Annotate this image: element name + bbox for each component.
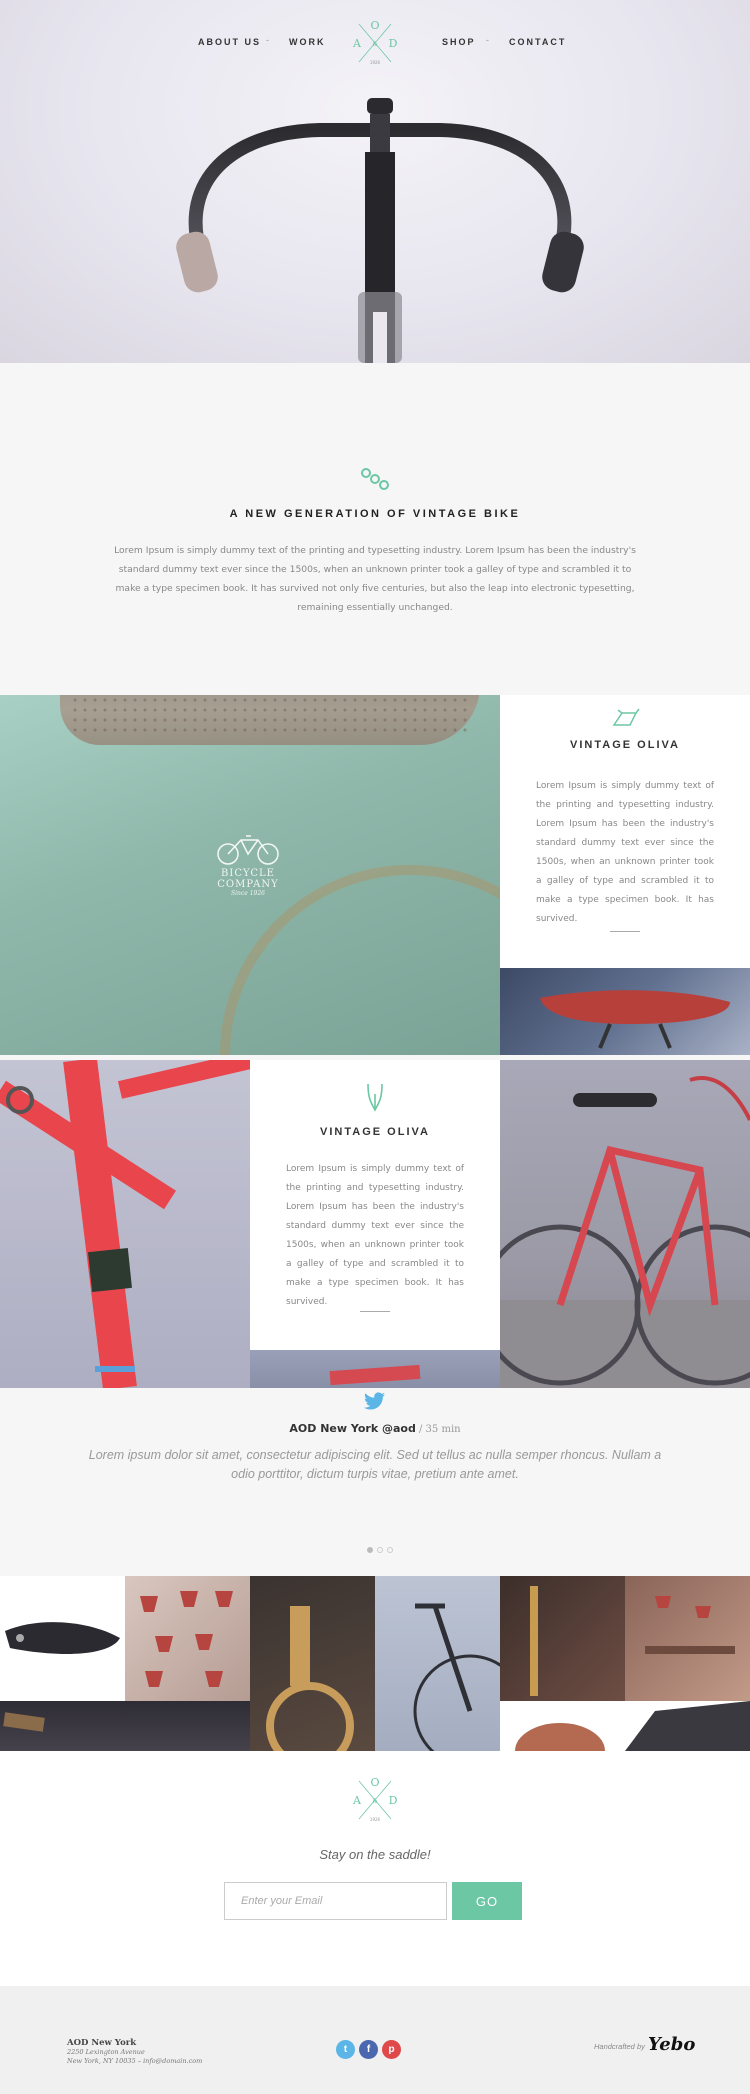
nav-about-us[interactable]: ABOUT US	[198, 37, 261, 47]
aod-logo[interactable]: O A D & 1926	[349, 18, 401, 68]
main-nav: ABOUT US - WORK SHOP - CONTACT O A D & 1…	[0, 0, 750, 90]
red-frame-image	[0, 1060, 250, 1388]
tweet-author[interactable]: AOD New York @aod	[289, 1422, 415, 1435]
twitter-icon[interactable]	[364, 1392, 386, 1410]
frame-detail-image	[250, 1350, 500, 1388]
credit-text: Handcrafted by	[594, 2042, 645, 2051]
card-text: Lorem Ipsum is simply dummy text of the …	[286, 1164, 464, 1307]
social-links: tfp	[336, 2039, 416, 2059]
tweet-text: Lorem ipsum dolor sit amet, consectetur …	[88, 1448, 662, 1481]
logo-year: 1926	[370, 60, 381, 65]
gallery-item[interactable]	[625, 1576, 750, 1701]
nav-shop[interactable]: SHOP	[442, 37, 476, 47]
gallery-item[interactable]	[500, 1576, 625, 1701]
page: ABOUT US - WORK SHOP - CONTACT O A D & 1…	[0, 0, 750, 2094]
gallery-item[interactable]	[0, 1576, 125, 1701]
vintage-oliva-card-2: VINTAGE OLIVA Lorem Ipsum is simply dumm…	[250, 1060, 500, 1350]
hero: ABOUT US - WORK SHOP - CONTACT O A D & 1…	[0, 0, 750, 363]
footer-address-line: New York, NY 10035 – info@domain.com	[67, 2057, 203, 2065]
carousel-dots	[360, 1540, 400, 1553]
footer-address-line: 2250 Lexington Avenue	[67, 2048, 145, 2056]
carousel-dot[interactable]	[377, 1547, 383, 1553]
logo-ampersand: &	[372, 41, 378, 48]
nav-contact[interactable]: CONTACT	[509, 37, 566, 47]
fork-icon	[367, 1083, 383, 1112]
footer: AOD New York 2250 Lexington Avenue New Y…	[0, 1986, 750, 2094]
gallery	[0, 1576, 750, 1751]
gallery-item[interactable]	[500, 1701, 625, 1751]
gallery-item[interactable]	[375, 1576, 500, 1751]
handlebar-image	[176, 98, 584, 363]
gallery-item[interactable]	[0, 1701, 250, 1751]
tweet-handle: AOD New York @aod / 35 min	[0, 1422, 750, 1435]
bike-frame-icon	[612, 708, 640, 726]
nav-separator: -	[486, 35, 489, 45]
svg-text:O: O	[370, 1776, 379, 1789]
email-input[interactable]	[224, 1882, 447, 1920]
brand-line-2: COMPANY	[217, 879, 279, 890]
card-title: VINTAGE OLIVA	[320, 1126, 430, 1138]
divider	[610, 931, 640, 932]
card-text: Lorem Ipsum is simply dummy text of the …	[536, 781, 714, 924]
logo-letter-o: O	[370, 19, 379, 32]
carousel-dot[interactable]	[367, 1547, 373, 1553]
intro-title: A NEW GENERATION OF VINTAGE BIKE	[229, 508, 521, 520]
footer-company-name: AOD New York	[67, 2038, 137, 2048]
divider	[360, 1311, 390, 1312]
pinterest-icon[interactable]: p	[382, 2040, 401, 2059]
logo-letter-d: D	[389, 37, 398, 50]
svg-text:1926: 1926	[370, 1817, 381, 1822]
footer-address: AOD New York 2250 Lexington Avenue New Y…	[67, 2038, 202, 2066]
carousel-dot[interactable]	[387, 1547, 393, 1553]
go-button[interactable]: GO	[452, 1882, 522, 1920]
card-title: VINTAGE OLIVA	[570, 739, 680, 751]
newsletter-tagline: Stay on the saddle!	[319, 1847, 431, 1862]
tweet-section: AOD New York @aod / 35 min Lorem ipsum d…	[0, 1388, 750, 1576]
gallery-item[interactable]	[250, 1576, 375, 1751]
tweet-time: / 35 min	[415, 1424, 461, 1435]
brand-line-1: BICYCLE	[221, 868, 275, 879]
yebo-logo[interactable]: Yebo	[648, 2034, 695, 2055]
svg-text:A: A	[352, 1794, 362, 1807]
gallery-item[interactable]	[625, 1701, 750, 1751]
nav-work[interactable]: WORK	[289, 37, 326, 47]
brand-line-3: Since 1926	[231, 890, 265, 897]
saddle-image	[500, 968, 750, 1055]
logo-letter-a: A	[352, 37, 362, 50]
facebook-icon[interactable]: f	[359, 2040, 378, 2059]
aod-logo-footer: O A D & 1926	[349, 1775, 401, 1825]
newsletter-section: O A D & 1926 Stay on the saddle! GO	[0, 1751, 750, 1986]
svg-text:&: &	[372, 1798, 378, 1805]
red-bike-image	[500, 1060, 750, 1388]
nav-separator: -	[266, 35, 269, 45]
intro-section: A NEW GENERATION OF VINTAGE BIKE Lorem I…	[0, 363, 750, 695]
chain-icon	[361, 468, 389, 490]
intro-text: Lorem Ipsum is simply dummy text of the …	[114, 545, 636, 613]
vintage-oliva-card: VINTAGE OLIVA Lorem Ipsum is simply dumm…	[500, 695, 750, 968]
svg-text:D: D	[389, 1794, 398, 1807]
twitter-icon[interactable]: t	[336, 2040, 355, 2059]
bicycle-company-logo: BICYCLE COMPANY Since 1926	[213, 830, 283, 900]
bicycle-icon	[217, 835, 279, 865]
gallery-item[interactable]	[125, 1576, 250, 1701]
